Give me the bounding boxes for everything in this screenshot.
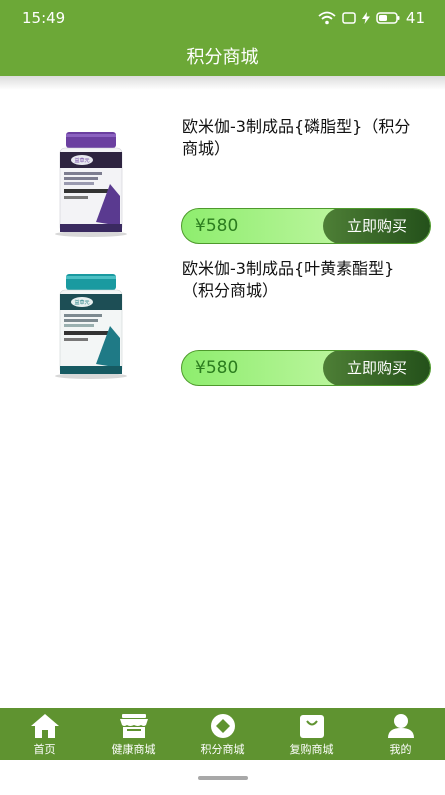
home-indicator[interactable] (198, 776, 248, 780)
status-time: 15:49 (22, 9, 66, 27)
store-icon (119, 714, 148, 738)
points-icon (210, 714, 235, 738)
wifi-icon (318, 11, 336, 25)
price-bar: ¥580 立即购买 (181, 208, 431, 244)
bag-icon (299, 715, 324, 738)
home-icon (30, 714, 59, 738)
battery-level: 41 (405, 9, 425, 27)
buy-now-button[interactable]: 立即购买 (323, 209, 430, 243)
tab-label: 积分商城 (200, 743, 245, 756)
product-image[interactable]: 益草元 (52, 126, 130, 238)
product-card[interactable]: 益草元 欧米伽-3制成品{叶黄素酯型}（积分商城） ¥580 立即购买 (0, 250, 445, 400)
product-name[interactable]: 欧米伽-3制成品{磷脂型}（积分商城） (182, 116, 420, 160)
header: 积分商城 (0, 36, 445, 76)
user-icon (387, 714, 414, 738)
tab-repurchase-store[interactable]: 复购商城 (267, 708, 356, 760)
system-nav-area (0, 760, 445, 795)
charging-icon (361, 12, 370, 24)
svg-text:益草元: 益草元 (74, 157, 89, 164)
product-price: ¥580 (195, 216, 239, 236)
tab-label: 复购商城 (289, 743, 334, 756)
bottom-nav: 首页 健康商城 积分商城 复购商城 我的 (0, 708, 445, 760)
battery-icon (376, 12, 400, 24)
product-name[interactable]: 欧米伽-3制成品{叶黄素酯型}（积分商城） (182, 258, 420, 302)
tab-label: 健康商城 (111, 743, 156, 756)
product-price: ¥580 (195, 358, 239, 378)
svg-text:益草元: 益草元 (74, 299, 89, 306)
page-title: 积分商城 (186, 47, 259, 68)
product-card[interactable]: 益草元 欧米伽-3制成品{磷脂型}（积分商城） ¥580 立即购买 (0, 104, 445, 254)
tab-home[interactable]: 首页 (0, 708, 89, 760)
header-shadow (0, 76, 445, 90)
tab-points-store[interactable]: 积分商城 (178, 708, 267, 760)
price-bar: ¥580 立即购买 (181, 350, 431, 386)
tab-health-store[interactable]: 健康商城 (89, 708, 178, 760)
product-image[interactable]: 益草元 (52, 268, 130, 380)
tab-label: 我的 (389, 743, 412, 756)
buy-now-button[interactable]: 立即购买 (323, 351, 430, 385)
status-bar: 15:49 41 (0, 0, 445, 36)
status-icons: 41 (318, 9, 425, 27)
tab-mine[interactable]: 我的 (356, 708, 445, 760)
tab-label: 首页 (33, 743, 56, 756)
sim-card-icon (342, 12, 356, 24)
